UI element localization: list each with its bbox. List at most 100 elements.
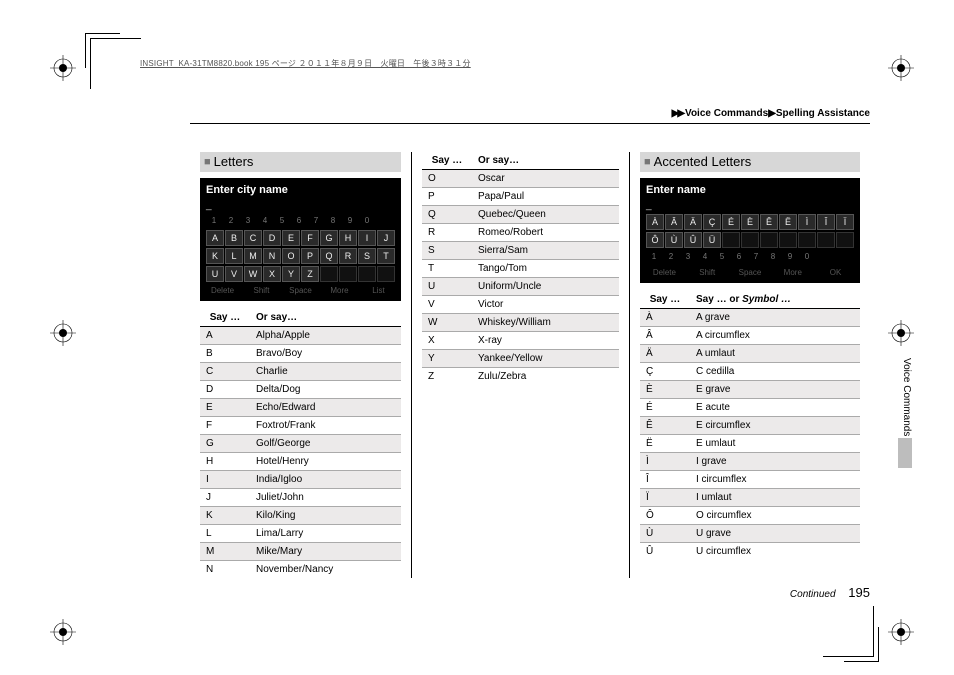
cell-orsay: C cedilla xyxy=(690,363,860,381)
col-orsay: Or say… xyxy=(250,309,401,327)
key: J xyxy=(377,230,395,246)
cell-say: Y xyxy=(422,350,472,368)
key: V xyxy=(225,266,243,282)
cell-say: G xyxy=(200,435,250,453)
cell-say: O xyxy=(422,170,472,188)
cell-orsay: Lima/Larry xyxy=(250,525,401,543)
section-letters-heading: ■Letters xyxy=(200,152,401,172)
cell-say: V xyxy=(422,296,472,314)
cell-say: Ç xyxy=(640,363,690,381)
cell-orsay: Charlie xyxy=(250,363,401,381)
key: W xyxy=(244,266,262,282)
key: 2 xyxy=(223,214,239,228)
cell-say: Ì xyxy=(640,453,690,471)
cell-say: I xyxy=(200,471,250,489)
phonetic-table-1: Say … Or say… AAlpha/AppleBBravo/BoyCCha… xyxy=(200,309,401,578)
key: Space xyxy=(284,286,317,295)
key: OK xyxy=(817,268,854,277)
table-row: PPapa/Paul xyxy=(422,188,619,206)
table-row: IIndia/Igloo xyxy=(200,471,401,489)
cell-say: Ï xyxy=(640,489,690,507)
cell-orsay: Romeo/Robert xyxy=(472,224,619,242)
key: Û xyxy=(684,232,702,248)
key: 8 xyxy=(325,214,341,228)
key: 3 xyxy=(680,250,696,264)
table-row: GGolf/George xyxy=(200,435,401,453)
registration-mark-icon xyxy=(888,320,914,346)
key: R xyxy=(339,248,357,264)
table-row: ZZulu/Zebra xyxy=(422,368,619,386)
cell-orsay: Whiskey/William xyxy=(472,314,619,332)
cell-say: L xyxy=(200,525,250,543)
key: A xyxy=(206,230,224,246)
key: F xyxy=(301,230,319,246)
cell-say: J xyxy=(200,489,250,507)
key: O xyxy=(282,248,300,264)
cell-say: F xyxy=(200,417,250,435)
cell-orsay: A circumflex xyxy=(690,327,860,345)
breadcrumb-arrows: ▶▶ xyxy=(672,108,683,119)
key: Ü xyxy=(703,232,721,248)
table-row: RRomeo/Robert xyxy=(422,224,619,242)
table-row: ÛU circumflex xyxy=(640,543,860,561)
navi-key-row2: ÔÙÛÜ xyxy=(646,232,854,248)
table-row: ËE umlaut xyxy=(640,435,860,453)
key: 5 xyxy=(274,214,290,228)
table-row: YYankee/Yellow xyxy=(422,350,619,368)
cell-orsay: Golf/George xyxy=(250,435,401,453)
table-row: ÇC cedilla xyxy=(640,363,860,381)
table-row: MMike/Mary xyxy=(200,543,401,561)
key: É xyxy=(722,214,740,230)
key: T xyxy=(377,248,395,264)
navi-num-row: 1234567890 xyxy=(206,214,395,228)
table-row: ÊE circumflex xyxy=(640,417,860,435)
table-row: EEcho/Edward xyxy=(200,399,401,417)
cell-say: D xyxy=(200,381,250,399)
cell-say: Î xyxy=(640,471,690,489)
key: Z xyxy=(301,266,319,282)
table-row: ÏI umlaut xyxy=(640,489,860,507)
key: Space xyxy=(732,268,769,277)
cell-orsay: Yankee/Yellow xyxy=(472,350,619,368)
col-say: Say … xyxy=(200,309,250,327)
cell-say: B xyxy=(200,345,250,363)
key-blank xyxy=(377,266,395,282)
phonetic-table-accented: Say … Say … or Symbol … ÀA graveÂA circu… xyxy=(640,291,860,560)
cell-say: Â xyxy=(640,327,690,345)
cell-orsay: Uniform/Uncle xyxy=(472,278,619,296)
cell-orsay: U grave xyxy=(690,525,860,543)
key: 4 xyxy=(697,250,713,264)
col-orsay: Or say… xyxy=(472,152,619,170)
cell-say: Q xyxy=(422,206,472,224)
key-blank xyxy=(320,266,338,282)
breadcrumb-sep: ▶ xyxy=(768,108,774,119)
navi-bottom-row: DeleteShiftSpaceMoreOK xyxy=(646,268,854,277)
cell-say: S xyxy=(422,242,472,260)
square-bullet-icon: ■ xyxy=(204,156,211,168)
side-tab-label: Voice Commands xyxy=(901,358,912,436)
square-bullet-icon: ■ xyxy=(644,156,651,168)
key-blank xyxy=(741,232,759,248)
cell-orsay: Alpha/Apple xyxy=(250,327,401,345)
key: 2 xyxy=(663,250,679,264)
table-row: WWhiskey/William xyxy=(422,314,619,332)
cell-say: Û xyxy=(640,543,690,561)
navi-title: Enter city name xyxy=(206,184,395,196)
page-content: ▶▶Voice Commands▶Spelling Assistance ■Le… xyxy=(190,108,870,578)
table-row: JJuliet/John xyxy=(200,489,401,507)
section-accented-heading: ■Accented Letters xyxy=(640,152,860,172)
phonetic-table-2: Say … Or say… OOscarPPapa/PaulQQuebec/Qu… xyxy=(422,152,619,385)
key: List xyxy=(362,286,395,295)
key: Y xyxy=(282,266,300,282)
table-row: OOscar xyxy=(422,170,619,188)
cell-say: Ê xyxy=(640,417,690,435)
key: Shift xyxy=(689,268,726,277)
key: Delete xyxy=(206,286,239,295)
key-blank xyxy=(339,266,357,282)
navi-key-row1: ABCDEFGHIJ xyxy=(206,230,395,246)
navi-screen-letters: Enter city name _ 1234567890 ABCDEFGHIJ … xyxy=(200,178,401,301)
cell-say: X xyxy=(422,332,472,350)
cell-orsay: E umlaut xyxy=(690,435,860,453)
navi-screen-accented: Enter name _ ÀÂÄÇÉÈÊËÌÎÏ ÔÙÛÜ 1234567890… xyxy=(640,178,860,283)
cell-say: T xyxy=(422,260,472,278)
